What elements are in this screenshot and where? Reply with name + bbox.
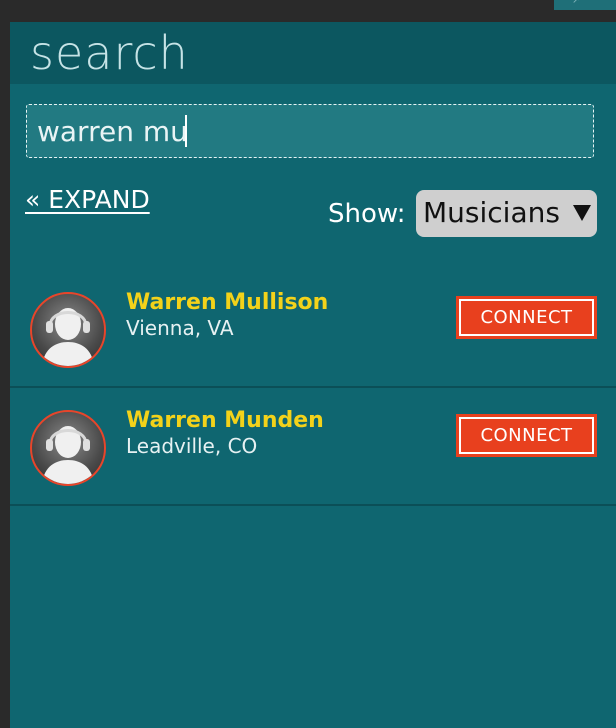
search-input[interactable] [27,105,593,157]
connect-button[interactable]: CONNECT [456,296,597,339]
result-row[interactable]: Warren Mullison Vienna, VA CONNECT [10,270,616,388]
show-filter-value: Musicians [423,196,560,229]
panel-header: search [10,22,616,84]
top-bar [0,0,616,22]
text-caret [185,115,187,147]
search-field[interactable] [26,104,594,158]
connect-button[interactable]: CONNECT [456,414,597,457]
search-panel: search « EXPAND Show: Musicians Warren M… [10,22,616,728]
expand-link[interactable]: « EXPAND [25,185,150,214]
corner-tab[interactable]: ↗ [554,0,616,10]
result-name[interactable]: Warren Munden [126,408,324,433]
musician-headphones-avatar-icon [30,292,106,368]
panel-title: search [30,26,189,80]
result-location: Vienna, VA [126,316,234,340]
result-location: Leadville, CO [126,434,258,458]
show-filter-label: Show: [328,199,406,229]
show-filter-select[interactable]: Musicians [416,190,597,237]
connect-button-label: CONNECT [459,417,594,454]
corner-tab-icon: ↗ [572,0,581,6]
result-row[interactable]: Warren Munden Leadville, CO CONNECT [10,388,616,506]
result-name[interactable]: Warren Mullison [126,290,328,315]
connect-button-label: CONNECT [459,299,594,336]
dropdown-arrow-icon [573,205,591,221]
musician-headphones-avatar-icon [30,410,106,486]
